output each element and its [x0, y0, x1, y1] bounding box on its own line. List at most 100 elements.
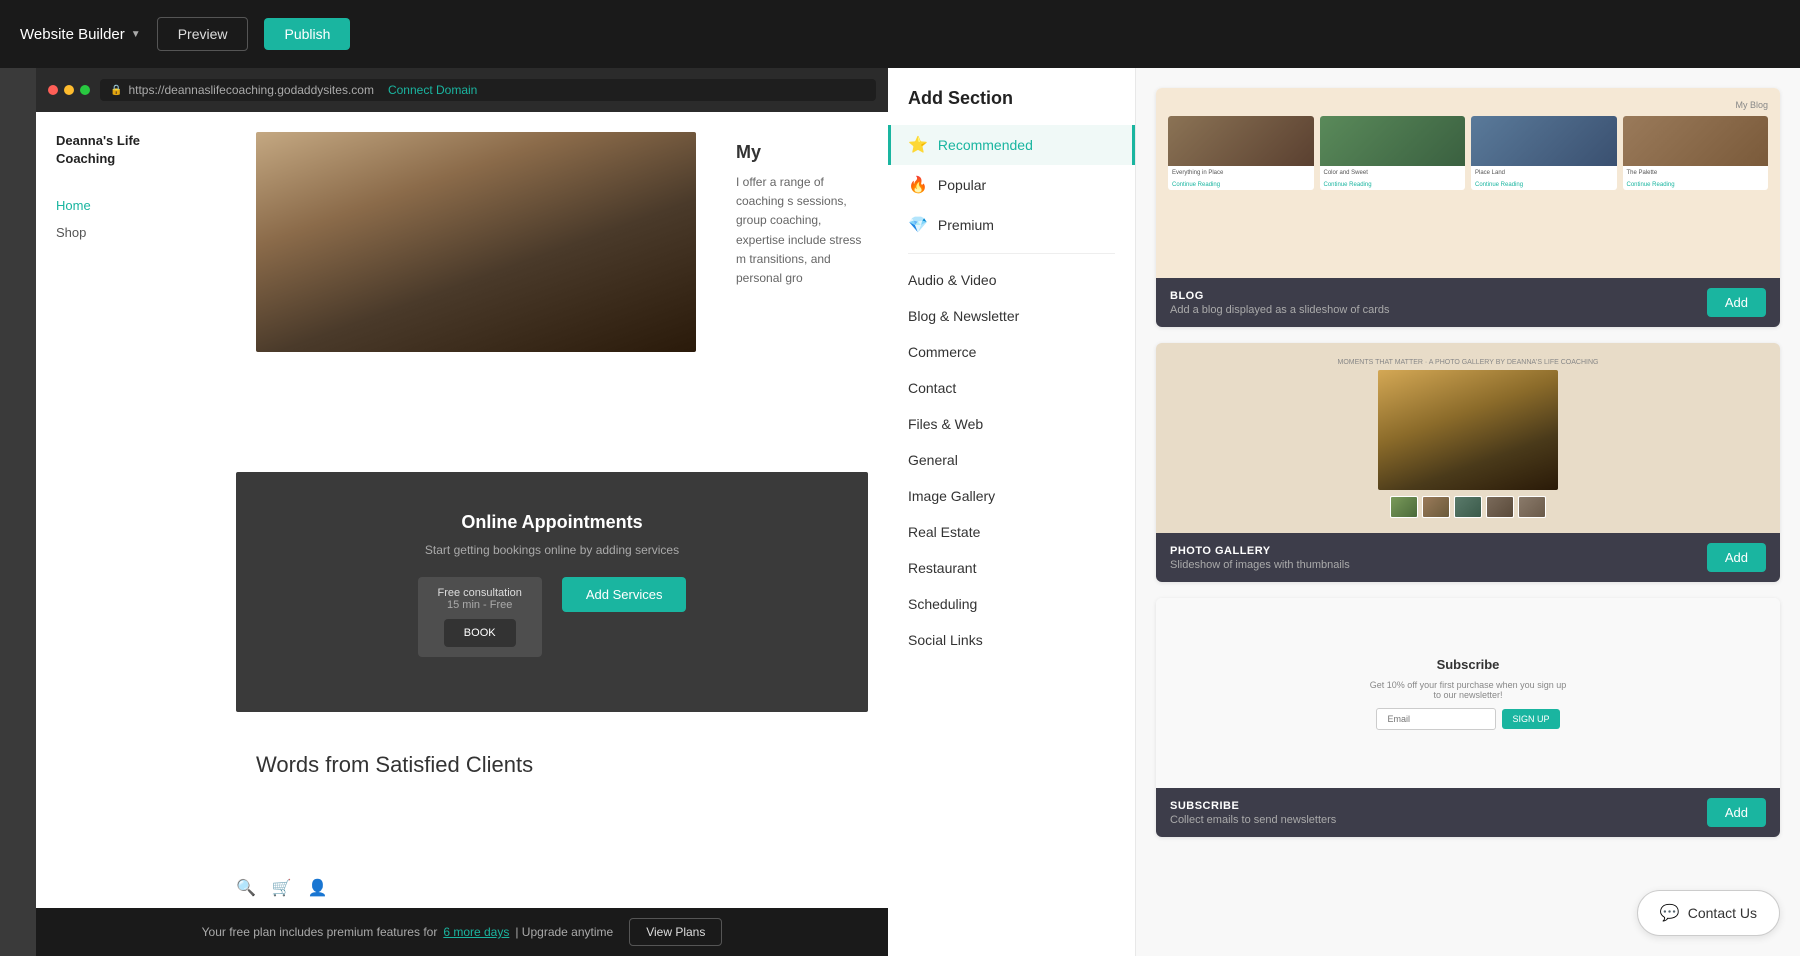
- site-main: My I offer a range of coaching s session…: [236, 112, 888, 956]
- gallery-main-image: [1378, 370, 1558, 490]
- blog-card-text-3: Place Land: [1471, 166, 1617, 180]
- panel-sidebar: Add Section ⭐ Recommended 🔥 Popular 💎 Pr…: [888, 68, 1136, 956]
- blog-card-link-3: Continue Reading: [1471, 180, 1617, 190]
- nav-item-shop[interactable]: Shop: [56, 225, 216, 240]
- blog-header-bar: My Blog: [1168, 100, 1768, 110]
- nav-item-home[interactable]: Home: [56, 198, 216, 213]
- subscribe-section-card: Subscribe Get 10% off your first purchas…: [1156, 598, 1780, 837]
- blog-card-3: Place Land Continue Reading: [1471, 116, 1617, 190]
- blog-card-info: BLOG Add a blog displayed as a slideshow…: [1170, 290, 1707, 316]
- gallery-card-footer: PHOTO GALLERY Slideshow of images with t…: [1156, 533, 1780, 582]
- subscribe-card-info: SUBSCRIBE Collect emails to send newslet…: [1170, 800, 1707, 826]
- hero-image-inner: [256, 132, 696, 352]
- thumbnail-2: [1422, 496, 1450, 518]
- blog-card-img-2: [1320, 116, 1466, 166]
- hero-section: My I offer a range of coaching s session…: [236, 112, 888, 472]
- category-audio-video[interactable]: Audio & Video: [888, 262, 1135, 298]
- add-section-panel: ✕ Add Section ⭐ Recommended 🔥 Popular 💎 …: [888, 0, 1800, 956]
- category-recommended-label: Recommended: [938, 137, 1033, 153]
- brand-chevron-icon: ▼: [131, 29, 141, 40]
- free-consult-price: 15 min - Free: [438, 599, 522, 611]
- blog-card-4: The Palette Continue Reading: [1623, 116, 1769, 190]
- subscribe-add-button[interactable]: Add: [1707, 798, 1766, 827]
- active-indicator: [888, 125, 891, 165]
- contact-us-button[interactable]: 💬 Contact Us: [1637, 890, 1780, 936]
- upgrade-link[interactable]: 6 more days: [443, 925, 509, 939]
- gallery-card-desc: Slideshow of images with thumbnails: [1170, 559, 1707, 571]
- blog-add-button[interactable]: Add: [1707, 288, 1766, 317]
- category-image-gallery[interactable]: Image Gallery: [888, 478, 1135, 514]
- subscribe-preview-inner: Subscribe Get 10% off your first purchas…: [1156, 598, 1780, 788]
- subscribe-form-mock: SIGN UP: [1376, 708, 1559, 730]
- category-contact[interactable]: Contact: [888, 370, 1135, 406]
- subscribe-email-input-mock: [1376, 708, 1496, 730]
- publish-button[interactable]: Publish: [264, 18, 350, 50]
- blog-card-footer: BLOG Add a blog displayed as a slideshow…: [1156, 278, 1780, 327]
- hero-text: My I offer a range of coaching s session…: [716, 112, 888, 472]
- free-consult-card: Free consultation 15 min - Free BOOK: [418, 577, 542, 657]
- category-premium[interactable]: 💎 Premium: [888, 205, 1135, 245]
- category-social-links[interactable]: Social Links: [888, 622, 1135, 658]
- gallery-thumbnails: [1390, 496, 1546, 518]
- blog-card-text-4: The Palette: [1623, 166, 1769, 180]
- blog-card-desc: Add a blog displayed as a slideshow of c…: [1170, 304, 1707, 316]
- category-commerce-label: Commerce: [908, 344, 976, 360]
- blog-card-img-4: [1623, 116, 1769, 166]
- appointments-title: Online Appointments: [266, 512, 838, 533]
- add-services-button[interactable]: Add Services: [562, 577, 687, 612]
- blog-card-2: Color and Sweet Continue Reading: [1320, 116, 1466, 190]
- book-button[interactable]: BOOK: [444, 619, 516, 647]
- dot-green: [80, 85, 90, 95]
- category-real-estate[interactable]: Real Estate: [888, 514, 1135, 550]
- recommended-icon: ⭐: [908, 135, 928, 155]
- gallery-card-info: PHOTO GALLERY Slideshow of images with t…: [1170, 545, 1707, 571]
- subscribe-card-label: SUBSCRIBE: [1170, 800, 1707, 812]
- gallery-label-top: MOMENTS THAT MATTER · A PHOTO GALLERY BY…: [1338, 359, 1599, 366]
- subscribe-card-footer: SUBSCRIBE Collect emails to send newslet…: [1156, 788, 1780, 837]
- preview-button[interactable]: Preview: [157, 17, 249, 51]
- site-logo: Deanna's LifeCoaching: [56, 132, 216, 168]
- category-image-gallery-label: Image Gallery: [908, 488, 995, 504]
- site-nav: Home Shop: [56, 198, 216, 240]
- blog-preview: My Blog Everything in Place Continue Rea…: [1156, 88, 1780, 278]
- category-blog-newsletter-label: Blog & Newsletter: [908, 308, 1019, 324]
- category-scheduling[interactable]: Scheduling: [888, 586, 1135, 622]
- cart-icon[interactable]: 🛒: [272, 878, 292, 898]
- connect-domain-link[interactable]: Connect Domain: [388, 83, 477, 97]
- browser-chrome: 🔒 https://deannaslifecoaching.godaddysit…: [36, 68, 888, 112]
- category-general[interactable]: General: [888, 442, 1135, 478]
- separator-text: | Upgrade anytime: [515, 925, 613, 939]
- popular-icon: 🔥: [908, 175, 928, 195]
- category-popular[interactable]: 🔥 Popular: [888, 165, 1135, 205]
- appointments-section: Online Appointments Start getting bookin…: [236, 472, 868, 712]
- browser-dots: [48, 85, 90, 95]
- search-icon[interactable]: 🔍: [236, 878, 256, 898]
- category-restaurant[interactable]: Restaurant: [888, 550, 1135, 586]
- gallery-preview-inner: MOMENTS THAT MATTER · A PHOTO GALLERY BY…: [1156, 343, 1780, 533]
- bottom-bar: Your free plan includes premium features…: [36, 908, 888, 956]
- thumbnail-4: [1486, 496, 1514, 518]
- blog-card-link-2: Continue Reading: [1320, 180, 1466, 190]
- free-consult-label: Free consultation: [438, 587, 522, 599]
- view-plans-button[interactable]: View Plans: [629, 918, 722, 946]
- blog-card-text-2: Color and Sweet: [1320, 166, 1466, 180]
- category-files-web[interactable]: Files & Web: [888, 406, 1135, 442]
- words-title: Words from Satisfied Clients: [256, 752, 868, 778]
- user-icon[interactable]: 👤: [308, 878, 328, 898]
- words-section: Words from Satisfied Clients: [236, 732, 888, 798]
- website-content: Deanna's LifeCoaching Home Shop My I off…: [36, 112, 888, 956]
- hero-image: [256, 132, 696, 352]
- panel-content: My Blog Everything in Place Continue Rea…: [1136, 68, 1800, 956]
- category-general-label: General: [908, 452, 958, 468]
- appointments-subtitle: Start getting bookings online by adding …: [266, 543, 838, 557]
- blog-card-img-1: [1168, 116, 1314, 166]
- category-commerce[interactable]: Commerce: [888, 334, 1135, 370]
- chat-icon: 💬: [1660, 903, 1680, 923]
- subscribe-btn-mock: SIGN UP: [1502, 709, 1559, 729]
- gallery-add-button[interactable]: Add: [1707, 543, 1766, 572]
- blog-cards: Everything in Place Continue Reading Col…: [1168, 116, 1768, 190]
- category-blog-newsletter[interactable]: Blog & Newsletter: [888, 298, 1135, 334]
- contact-us-label: Contact Us: [1688, 905, 1757, 921]
- category-files-web-label: Files & Web: [908, 416, 983, 432]
- category-recommended[interactable]: ⭐ Recommended: [888, 125, 1135, 165]
